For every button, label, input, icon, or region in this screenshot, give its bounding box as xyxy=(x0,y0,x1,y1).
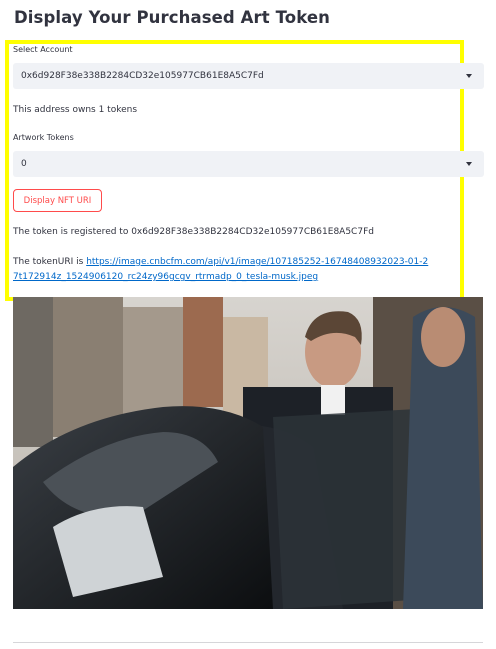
owns-tokens-text: This address owns 1 tokens xyxy=(13,105,138,115)
select-account-dropdown[interactable]: 0x6d928F38e338B2284CD32e105977CB61E8A5C7… xyxy=(13,63,484,89)
divider xyxy=(13,642,483,643)
select-account-label: Select Account xyxy=(13,45,73,54)
token-uri-prefix: The tokenURI is xyxy=(13,257,87,267)
artwork-tokens-value: 0 xyxy=(21,159,27,169)
nft-image xyxy=(13,297,483,609)
select-account-value: 0x6d928F38e338B2284CD32e105977CB61E8A5C7… xyxy=(21,71,264,81)
registered-text: The token is registered to 0x6d928F38e33… xyxy=(13,227,374,237)
artwork-tokens-dropdown[interactable]: 0 xyxy=(13,151,484,177)
chevron-down-icon xyxy=(466,162,472,166)
token-uri-text: The tokenURI is https://image.cnbcfm.com… xyxy=(13,255,433,285)
page-title: Display Your Purchased Art Token xyxy=(14,8,330,27)
artwork-tokens-label: Artwork Tokens xyxy=(13,133,74,142)
display-nft-uri-button[interactable]: Display NFT URI xyxy=(13,189,102,212)
chevron-down-icon xyxy=(466,74,472,78)
